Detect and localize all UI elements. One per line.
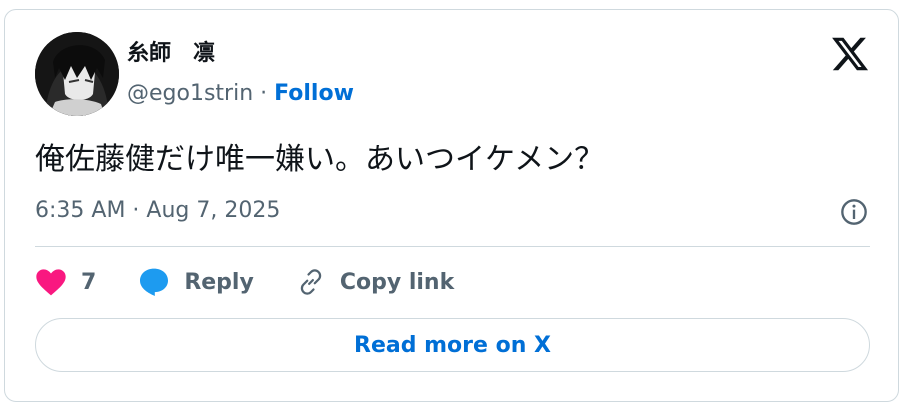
avatar[interactable]: [35, 32, 119, 116]
embedded-tweet-card: 糸師 凛 @ego1strin · Follow 俺佐藤健だけ唯一嫌い。あいつイ…: [4, 9, 899, 402]
like-count: 7: [81, 269, 97, 295]
heart-icon: [36, 269, 66, 296]
action-bar: 7 Reply Copy link: [35, 262, 496, 302]
copy-link-button[interactable]: Copy link: [296, 267, 454, 297]
reply-bubble-icon: [140, 268, 169, 296]
info-icon[interactable]: [840, 198, 868, 226]
display-name[interactable]: 糸師 凛: [127, 40, 215, 68]
divider: [35, 246, 870, 247]
follow-link[interactable]: Follow: [274, 81, 354, 106]
x-logo-icon[interactable]: [830, 34, 870, 74]
read-more-label: Read more on X: [354, 332, 551, 358]
tweet-text: 俺佐藤健だけ唯一嫌い。あいつイケメン？: [35, 142, 605, 177]
user-handle[interactable]: @ego1strin: [127, 81, 253, 106]
read-more-button[interactable]: Read more on X: [35, 318, 870, 372]
reply-label: Reply: [184, 269, 254, 295]
like-button[interactable]: 7: [35, 267, 96, 297]
copy-link-label: Copy link: [339, 269, 455, 295]
reply-button[interactable]: Reply: [138, 267, 254, 297]
tweet-timestamp[interactable]: 6:35 AM · Aug 7, 2025: [35, 196, 280, 226]
link-icon: [300, 269, 322, 295]
handle-line: @ego1strin · Follow: [127, 80, 354, 108]
separator: ·: [253, 81, 275, 106]
